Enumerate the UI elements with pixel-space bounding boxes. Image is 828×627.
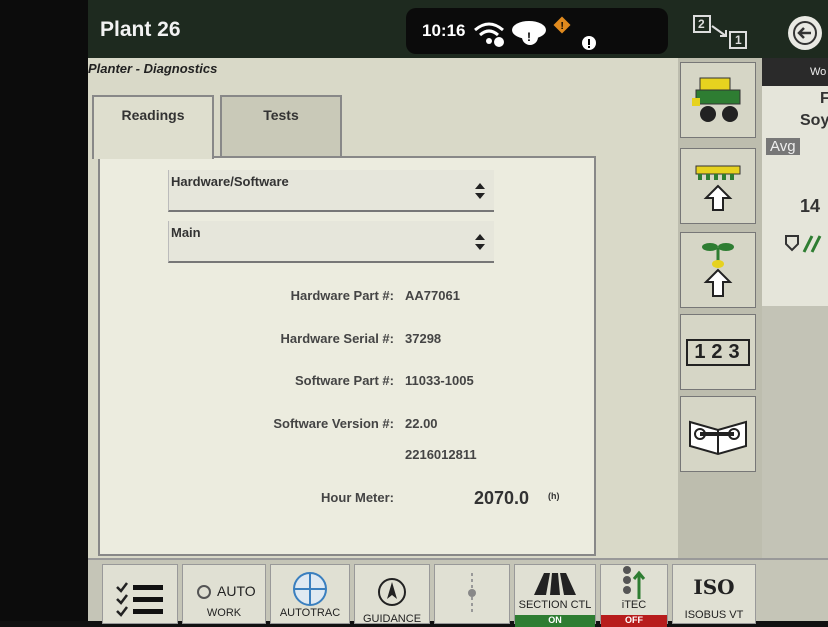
work-panel-header: Wo: [762, 58, 828, 86]
section-control-button[interactable]: SECTION CTL ON: [514, 564, 596, 627]
row-monitor-button[interactable]: [434, 564, 510, 624]
side-background: [762, 306, 828, 558]
software-version-extra: 2216012811: [405, 447, 477, 462]
software-part-value: 11033-1005: [405, 373, 474, 388]
planter-icon: [692, 77, 741, 122]
planter-button[interactable]: [680, 62, 756, 138]
itec-state: OFF: [601, 615, 667, 627]
autotrac-icon: [293, 572, 327, 606]
raise-row-units-button[interactable]: [680, 148, 756, 224]
page-to: 1: [735, 33, 742, 47]
work-panel-line1: F: [820, 90, 828, 107]
status-area[interactable]: 10:16 ! !: [406, 8, 668, 54]
guidance-label: GUIDANCE: [362, 613, 422, 625]
work-label: WORK: [206, 607, 242, 619]
section-ctl-label: SECTION CTL: [518, 599, 592, 611]
updown-arrow-icon: [475, 234, 485, 250]
numeric-display-button[interactable]: 123: [680, 314, 756, 390]
page-title: Plant 26: [100, 18, 181, 41]
coverage-icon: [785, 235, 822, 253]
bottom-toolbar: AUTO WORK AUTOTRAC GUIDANCE SECTION CTL …: [88, 558, 828, 627]
page-switch-button[interactable]: 2 1: [692, 12, 750, 52]
isobus-vt-button[interactable]: ISO ISOBUS VT: [672, 564, 756, 624]
updown-arrow-icon: [475, 183, 485, 199]
seedling-raise-icon: [702, 243, 734, 297]
itec-sequence-icon: [623, 566, 646, 599]
compass-icon: [378, 578, 406, 606]
hardware-serial-label: Hardware Serial #:: [280, 331, 394, 346]
autotrac-label: AUTOTRAC: [279, 607, 341, 619]
section-control-icon: [534, 573, 576, 595]
hardware-part-label: Hardware Part #:: [290, 288, 394, 303]
itec-button[interactable]: iTEC OFF: [600, 564, 668, 627]
hour-meter-value: 2070.0: [474, 488, 530, 508]
hardware-part-value: AA77061: [405, 288, 460, 303]
clock: 10:16: [422, 21, 466, 40]
back-button[interactable]: [788, 16, 822, 50]
warning-icon: !: [553, 16, 571, 34]
module-select-value: Main: [171, 225, 201, 240]
hour-meter-label: Hour Meter:: [321, 490, 394, 505]
row-monitor-icon: [468, 573, 476, 613]
tab-readings[interactable]: Readings: [92, 95, 214, 159]
wifi-icon: [474, 22, 504, 47]
software-version-label: Software Version #:: [273, 416, 394, 431]
checklist-menu-icon: [116, 582, 163, 617]
main-panel: Planter - Diagnostics Readings Tests Har…: [88, 58, 678, 558]
back-arrow-icon: [793, 21, 817, 45]
book-wrench-icon: [689, 420, 747, 456]
info-icon: [582, 36, 596, 50]
diagnostics-manual-button[interactable]: [680, 396, 756, 472]
top-bar: Plant 26 10:16 ! ! 2 1: [88, 0, 828, 58]
isobus-vt-label: ISOBUS VT: [684, 609, 744, 621]
auto-work-button[interactable]: AUTO WORK: [182, 564, 266, 624]
radio-indicator-icon: [197, 585, 211, 599]
auto-label: AUTO: [217, 583, 256, 599]
row-units-raise-icon: [695, 165, 741, 211]
work-panel-value: 14: [800, 196, 821, 216]
cloud-alert-icon: !: [512, 21, 546, 45]
work-panel-crop: Soy: [800, 112, 828, 129]
svg-text:!: !: [561, 21, 564, 32]
menu-button[interactable]: [102, 564, 178, 624]
guidance-button[interactable]: GUIDANCE: [354, 564, 430, 625]
software-version-value: 22.00: [405, 416, 438, 431]
work-summary-panel[interactable]: Wo F Soy Avg 14: [762, 58, 828, 306]
screen-bezel: [0, 0, 88, 621]
section-ctl-state: ON: [515, 615, 595, 627]
itec-label: iTEC: [621, 599, 647, 611]
avg-label: Avg: [766, 138, 800, 155]
svg-text:!: !: [527, 30, 531, 44]
numeric-label: 123: [686, 338, 750, 366]
tab-tests[interactable]: Tests: [220, 95, 342, 157]
page-from: 2: [698, 17, 705, 31]
breadcrumb: Planter - Diagnostics: [88, 61, 218, 76]
category-select-value: Hardware/Software: [171, 174, 289, 189]
category-select[interactable]: Hardware/Software: [168, 170, 494, 212]
module-select[interactable]: Main: [168, 221, 494, 263]
autotrac-button[interactable]: AUTOTRAC: [270, 564, 350, 624]
software-part-label: Software Part #:: [295, 373, 394, 388]
hardware-serial-value: 37298: [405, 331, 442, 346]
right-shortcut-column: 123: [678, 58, 762, 558]
seed-raise-button[interactable]: [680, 232, 756, 308]
hour-meter-unit: (h): [548, 491, 560, 501]
iso-label: ISO: [693, 575, 735, 599]
